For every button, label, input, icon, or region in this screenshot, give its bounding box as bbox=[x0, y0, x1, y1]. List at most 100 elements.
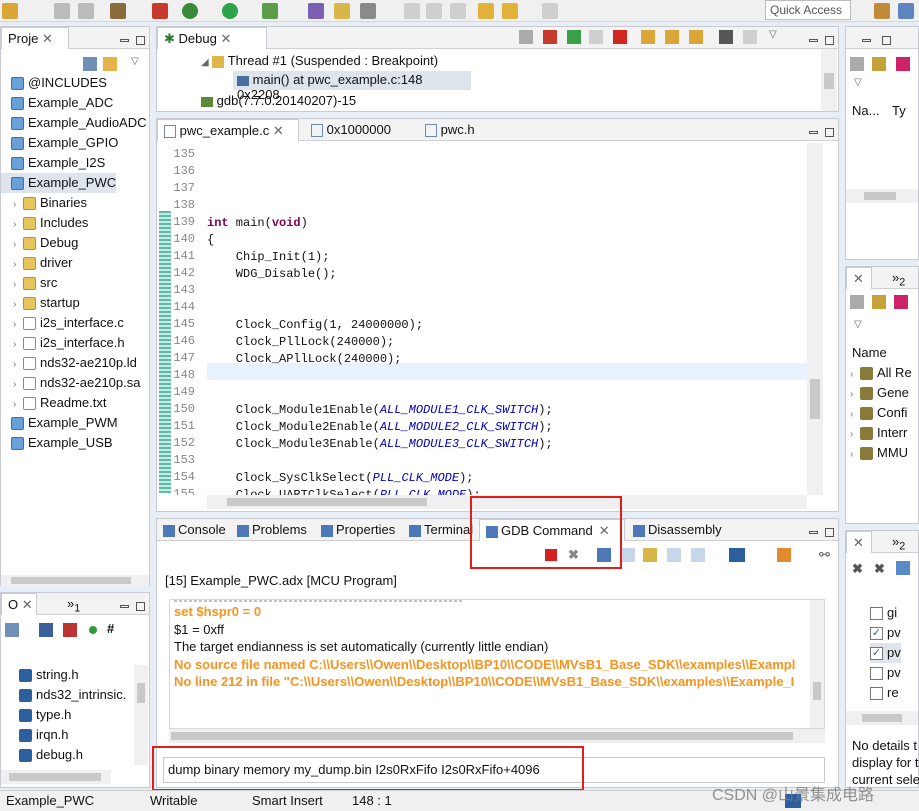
horizontal-scrollbar[interactable] bbox=[169, 729, 825, 743]
register-group[interactable]: › Gene bbox=[850, 383, 909, 403]
tree-item[interactable]: › i2s_interface.c bbox=[13, 313, 124, 333]
show-breakpoints-icon[interactable] bbox=[896, 561, 910, 575]
code-line[interactable]: Clock_PllLock(240000); bbox=[207, 334, 394, 351]
code-line[interactable]: { bbox=[207, 232, 214, 249]
search-icon[interactable] bbox=[360, 3, 376, 19]
hide-nonpublic-icon[interactable] bbox=[89, 626, 97, 634]
collapse-all-icon[interactable] bbox=[83, 57, 97, 71]
tab-overflow[interactable]: »2 bbox=[886, 267, 911, 289]
outline-item[interactable]: type.h bbox=[19, 705, 71, 725]
tab-0x1000000[interactable]: 0x1000000 bbox=[305, 119, 397, 141]
outline-item[interactable]: debug.h bbox=[19, 745, 83, 765]
outline-item[interactable]: string.h bbox=[19, 665, 79, 685]
register-group[interactable]: › Interr bbox=[850, 423, 907, 443]
back-icon[interactable] bbox=[502, 3, 518, 19]
toggle-mark-icon[interactable] bbox=[426, 3, 442, 19]
show-logical-icon[interactable] bbox=[872, 57, 886, 71]
tree-item[interactable]: › Binaries bbox=[13, 193, 87, 213]
save-icon[interactable] bbox=[54, 3, 70, 19]
tab-debug[interactable]: ✱ Debug ✕ bbox=[157, 27, 267, 49]
build-icon[interactable] bbox=[110, 3, 126, 19]
annotation-icon[interactable] bbox=[404, 3, 420, 19]
tree-item[interactable]: @INCLUDES bbox=[1, 73, 107, 93]
open-type-icon[interactable] bbox=[308, 3, 324, 19]
tab-registers[interactable]: ✕ bbox=[846, 267, 872, 289]
column-name[interactable]: Na... bbox=[852, 103, 879, 118]
register-format-icon[interactable] bbox=[894, 295, 908, 309]
remove-breakpoint-icon[interactable]: ✖ bbox=[852, 561, 863, 577]
close-icon[interactable]: ✕ bbox=[42, 31, 53, 46]
minimize-icon[interactable] bbox=[120, 598, 129, 613]
maximize-icon[interactable] bbox=[882, 32, 891, 47]
expand-arrow-icon[interactable]: › bbox=[13, 355, 23, 375]
console-output[interactable]: set $hspr0 = 0 $1 = 0xff The target endian… bbox=[169, 599, 825, 729]
block-select-icon[interactable] bbox=[450, 3, 466, 19]
last-edit-icon[interactable] bbox=[478, 3, 494, 19]
tab-breakpoints[interactable]: ✕ bbox=[846, 531, 872, 553]
thread-row[interactable]: ◢ Thread #1 (Suspended : Breakpoint) bbox=[201, 53, 438, 68]
drop-to-frame-icon[interactable] bbox=[743, 30, 757, 44]
tree-item[interactable]: › Debug bbox=[13, 233, 78, 253]
expand-arrow-icon[interactable]: › bbox=[850, 425, 860, 445]
vertical-scrollbar[interactable] bbox=[810, 600, 824, 728]
maximize-icon[interactable] bbox=[825, 524, 834, 539]
horizontal-scrollbar[interactable] bbox=[1, 575, 149, 586]
expand-arrow-icon[interactable]: › bbox=[13, 335, 23, 355]
tree-item[interactable]: Example_PWM bbox=[1, 413, 118, 433]
register-group-icon[interactable] bbox=[872, 295, 886, 309]
new-icon[interactable] bbox=[2, 3, 18, 19]
code-line[interactable]: Clock_UARTClkSelect(PLL_CLK_MODE); bbox=[207, 487, 481, 495]
tree-item[interactable]: › nds32-ae210p.sa bbox=[13, 373, 140, 393]
collapse-arrow-icon[interactable]: ◢ bbox=[201, 57, 209, 68]
remove-all-breakpoints-icon[interactable]: ✖ bbox=[874, 561, 885, 577]
gdb-row[interactable]: gdb(7.7.0.20140207)-15 bbox=[201, 93, 356, 108]
open-task-icon[interactable] bbox=[334, 3, 350, 19]
breakpoint-checkbox[interactable] bbox=[870, 667, 883, 681]
pin-console-icon[interactable] bbox=[643, 548, 657, 562]
expand-arrow-icon[interactable]: › bbox=[13, 295, 23, 315]
debug-perspective-icon[interactable] bbox=[898, 3, 914, 19]
vertical-scrollbar[interactable] bbox=[821, 49, 837, 111]
sort-icon[interactable] bbox=[5, 623, 19, 637]
macro-icon[interactable]: # bbox=[107, 621, 114, 636]
column-name[interactable]: Name bbox=[852, 345, 887, 360]
link-icon[interactable]: ⚯ bbox=[819, 547, 833, 562]
expand-arrow-icon[interactable]: › bbox=[13, 215, 23, 235]
close-icon[interactable]: ✕ bbox=[853, 535, 864, 550]
register-group[interactable]: › All Re bbox=[850, 363, 912, 383]
step-over-icon[interactable] bbox=[665, 30, 679, 44]
display-console-icon[interactable] bbox=[729, 548, 745, 562]
breakpoint-item[interactable]: re bbox=[870, 683, 899, 703]
tab-pwc-example-c[interactable]: pwc_example.c ✕ bbox=[157, 119, 299, 141]
breakpoint-checkbox[interactable]: ✓ bbox=[870, 647, 883, 661]
vertical-scrollbar[interactable] bbox=[134, 665, 148, 765]
tab-disassembly[interactable]: Disassembly bbox=[627, 519, 737, 541]
code-line[interactable]: Clock_Module1Enable(ALL_MODULE1_CLK_SWIT… bbox=[207, 402, 553, 419]
expand-arrow-icon[interactable]: › bbox=[13, 275, 23, 295]
tree-item[interactable]: Example_GPIO bbox=[1, 133, 118, 153]
terminate-icon[interactable] bbox=[613, 30, 627, 44]
resume-icon[interactable] bbox=[567, 30, 581, 44]
clear-console-icon[interactable] bbox=[667, 548, 681, 562]
register-group[interactable]: › Confi bbox=[850, 403, 907, 423]
outline-item[interactable]: nds32_intrinsic. bbox=[19, 685, 126, 705]
tree-item[interactable]: › src bbox=[13, 273, 57, 293]
maximize-icon[interactable] bbox=[825, 124, 834, 139]
breakpoint-checkbox[interactable]: ✓ bbox=[870, 627, 883, 641]
expand-arrow-icon[interactable]: › bbox=[13, 255, 23, 275]
code-line[interactable]: Clock_SysClkSelect(PLL_CLK_MODE); bbox=[207, 470, 474, 487]
collapse-all-icon[interactable] bbox=[896, 57, 910, 71]
breakpoint-item[interactable]: ✓ pv bbox=[870, 643, 901, 663]
word-wrap-icon[interactable] bbox=[621, 548, 635, 562]
tab-project-explorer[interactable]: Proje ✕ bbox=[1, 27, 69, 49]
close-icon[interactable]: ✕ bbox=[273, 123, 284, 138]
tree-item[interactable]: Example_ADC bbox=[1, 93, 113, 113]
minimize-icon[interactable] bbox=[809, 124, 818, 139]
view-menu-icon[interactable]: ▽ bbox=[854, 319, 862, 330]
expand-arrow-icon[interactable]: › bbox=[13, 375, 23, 395]
step-into-icon[interactable] bbox=[641, 30, 655, 44]
view-menu-icon[interactable]: ▽ bbox=[854, 77, 862, 88]
breakpoint-item[interactable]: pv bbox=[870, 663, 901, 683]
maximize-icon[interactable] bbox=[136, 598, 145, 613]
horizontal-scrollbar[interactable] bbox=[846, 711, 918, 725]
